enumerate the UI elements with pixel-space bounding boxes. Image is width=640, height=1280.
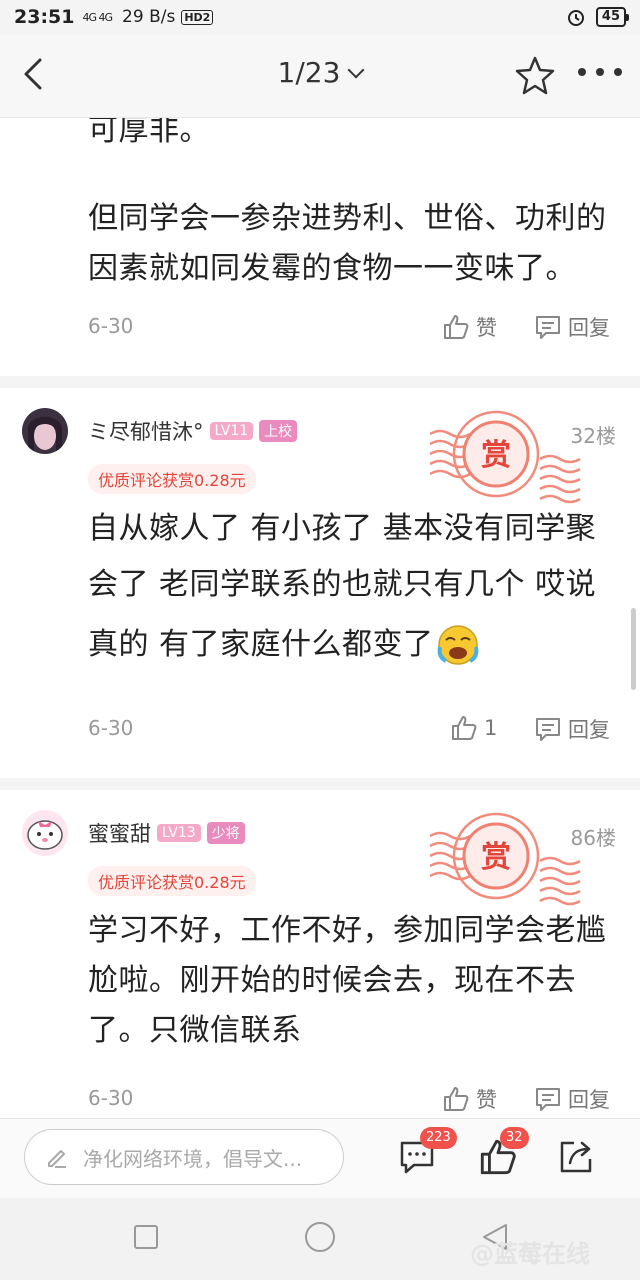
comment-line: 真的 有了家庭什么都变了 bbox=[88, 627, 434, 662]
comment-bubble-icon bbox=[536, 718, 560, 741]
level-badge: LV11 bbox=[209, 422, 254, 440]
share-button[interactable] bbox=[556, 1133, 602, 1179]
comment-date: 6-30 bbox=[88, 1086, 134, 1110]
recent-apps-icon[interactable] bbox=[134, 1225, 158, 1249]
username-row: ミ尽郁惜沐° LV11 上校 bbox=[88, 416, 298, 446]
comment-line: 学习不好，工作不好，参加同学会老尴 bbox=[88, 913, 607, 948]
chevron-down-icon bbox=[347, 61, 365, 79]
more-menu-icon[interactable] bbox=[578, 68, 622, 80]
reply-button[interactable]: 回复 bbox=[534, 1084, 610, 1114]
pencil-icon bbox=[48, 1150, 66, 1168]
reply-label: 回复 bbox=[568, 1088, 610, 1112]
comment-bubble-icon bbox=[536, 316, 560, 339]
crying-emoji-icon bbox=[437, 625, 478, 665]
reply-label: 回复 bbox=[568, 316, 610, 340]
hd-icon: HD2 bbox=[181, 9, 214, 25]
watermark: @蓝莓在线 bbox=[470, 1240, 590, 1268]
reward-badge: 优质评论获赏0.28元 bbox=[88, 866, 256, 896]
avatar-image bbox=[22, 408, 68, 454]
comment-input-placeholder: 净化网络环境，倡导文... bbox=[83, 1146, 303, 1171]
comment-bubble-icon bbox=[536, 1088, 560, 1111]
divider bbox=[0, 376, 640, 388]
comment-date: 6-30 bbox=[88, 314, 134, 338]
likes-button[interactable]: 32 bbox=[478, 1127, 529, 1179]
home-icon[interactable] bbox=[305, 1222, 335, 1252]
stamp-text: 赏 bbox=[481, 840, 511, 875]
comment-line: 自从嫁人了 有小孩了 基本没有同学聚 bbox=[88, 511, 597, 546]
avatar[interactable] bbox=[22, 810, 68, 856]
system-nav-bar: @蓝莓在线 bbox=[0, 1198, 640, 1280]
avatar-image bbox=[22, 810, 68, 856]
avatar[interactable] bbox=[22, 408, 68, 454]
bottom-action-bar: 净化网络环境，倡导文... 223 32 bbox=[0, 1118, 640, 1198]
comment-text: 自从嫁人了 有小孩了 基本没有同学聚 会了 老同学联系的也就只有几个 哎说 真的… bbox=[88, 504, 608, 670]
comment-line: 尬啦。刚开始的时候会去，现在不去 bbox=[88, 963, 576, 998]
like-label: 赞 bbox=[476, 316, 497, 340]
stamp-text: 赏 bbox=[481, 438, 511, 473]
comments-count-badge: 223 bbox=[420, 1127, 457, 1149]
username[interactable]: 蜜蜜甜 bbox=[88, 818, 151, 848]
divider bbox=[0, 778, 640, 790]
comment-list: 可厚非。 但同学会一参杂进势利、世俗、功利的 因素就如同发霉的食物一一变味了。 … bbox=[0, 118, 640, 1118]
page-indicator-label: 1/23 bbox=[277, 56, 341, 89]
share-icon bbox=[560, 1141, 592, 1173]
thumbs-up-icon bbox=[444, 315, 469, 339]
like-button[interactable]: 1 bbox=[450, 714, 497, 742]
battery-icon: 45 bbox=[595, 7, 630, 27]
status-bar: 23:51 4G 4G 29 B/s HD2 45 bbox=[0, 0, 640, 34]
likes-count-badge: 32 bbox=[500, 1127, 529, 1149]
comment-line: 会了 老同学联系的也就只有几个 哎说 bbox=[88, 567, 597, 602]
username[interactable]: ミ尽郁惜沐° bbox=[88, 416, 204, 446]
reward-stamp-icon: 赏 bbox=[430, 812, 581, 906]
comment-text: 学习不好，工作不好，参加同学会老尴 尬啦。刚开始的时候会去，现在不去 了。只微信… bbox=[88, 906, 608, 1056]
reply-label: 回复 bbox=[568, 718, 610, 742]
scrollbar[interactable] bbox=[631, 608, 636, 690]
network-speed: 29 B/s bbox=[122, 7, 176, 27]
rank-badge: 少将 bbox=[206, 822, 245, 844]
like-label: 赞 bbox=[476, 1088, 497, 1112]
thumbs-up-icon bbox=[452, 716, 477, 740]
alarm-icon bbox=[567, 10, 584, 26]
thumbs-up-icon bbox=[444, 1087, 469, 1111]
comment-input[interactable]: 净化网络环境，倡导文... bbox=[24, 1129, 344, 1185]
star-favorite-icon[interactable] bbox=[514, 54, 556, 96]
comment-line: 但同学会一参杂进势利、世俗、功利的 bbox=[88, 201, 607, 236]
comment-line: 可厚非。 bbox=[88, 118, 210, 148]
username-row: 蜜蜜甜 LV13 少将 bbox=[88, 818, 245, 848]
reward-stamp-icon: 赏 bbox=[430, 410, 581, 504]
level-badge: LV13 bbox=[157, 824, 201, 842]
like-button[interactable]: 赞 bbox=[442, 1084, 497, 1114]
reply-button[interactable]: 回复 bbox=[534, 714, 610, 744]
signal-icon: 4G 4G bbox=[82, 10, 113, 24]
comment-line: 因素就如同发霉的食物一一变味了。 bbox=[88, 251, 576, 286]
comment-text: 可厚非。 但同学会一参杂进势利、世俗、功利的 因素就如同发霉的食物一一变味了。 bbox=[88, 118, 608, 294]
like-count: 1 bbox=[484, 716, 498, 740]
reply-button[interactable]: 回复 bbox=[534, 312, 610, 342]
reward-badge: 优质评论获赏0.28元 bbox=[88, 464, 256, 494]
rank-badge: 上校 bbox=[259, 420, 298, 442]
status-time: 23:51 bbox=[14, 6, 75, 28]
like-button[interactable]: 赞 bbox=[442, 312, 497, 342]
comments-button[interactable]: 223 bbox=[398, 1127, 457, 1179]
top-nav-bar: 1/23 bbox=[0, 34, 640, 118]
comment-date: 6-30 bbox=[88, 716, 134, 740]
comment-line: 了。只微信联系 bbox=[88, 1013, 302, 1048]
